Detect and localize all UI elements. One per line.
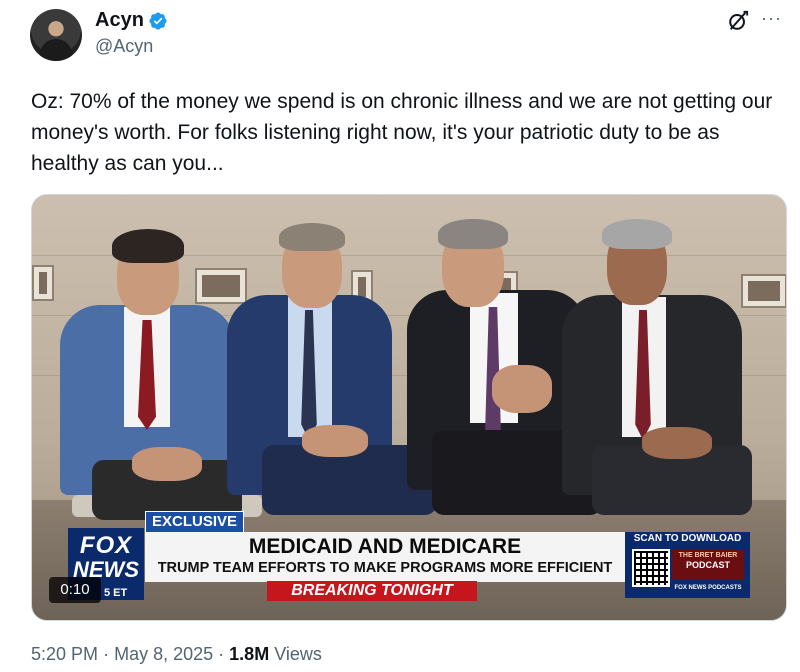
podcast-name: THE BRET BAIER [678,552,738,559]
fox-time-label: 5 ET [104,587,128,599]
video-player[interactable]: FOX NEWS 5 ET EXCLUSIVE MEDICAID AND MED… [31,194,787,621]
wall-frame [195,268,247,304]
tweet-date[interactable]: May 8, 2025 [114,644,213,664]
views-label: Views [274,644,322,664]
author-name[interactable]: Acyn [95,9,144,32]
podcast-label: PODCAST [685,560,730,570]
breaking-tonight-bar: BREAKING TONIGHT [267,581,477,601]
fox-logo-top: FOX [79,532,133,559]
more-icon[interactable]: ··· [761,8,782,29]
wall-frame [32,265,54,301]
wall-frame [741,274,786,308]
author-name-row: Acyn [95,9,168,32]
chyron-headline: MEDICAID AND MEDICARE [248,535,522,558]
scan-to-download-label: SCAN TO DOWNLOAD [633,533,742,544]
avatar[interactable] [30,9,82,61]
author-handle[interactable]: @Acyn [95,36,153,57]
video-duration-badge: 0:10 [49,577,101,603]
views-count: 1.8M [229,644,270,664]
meta-separator: · [218,644,225,664]
tweet-meta: 5:20 PM · May 8, 2025 · 1.8M Views [31,644,322,665]
qr-code-icon [632,549,670,587]
meta-separator: · [103,644,110,664]
tweet-time[interactable]: 5:20 PM [31,644,98,664]
exclusive-tag: EXCLUSIVE [145,511,245,533]
chyron-subheadline: TRUMP TEAM EFFORTS TO MAKE PROGRAMS MORE… [157,560,613,576]
grok-icon[interactable] [727,10,749,32]
chyron-banner: MEDICAID AND MEDICARE TRUMP TEAM EFFORTS… [145,532,625,582]
verified-badge-icon [149,11,167,30]
podcast-network: FOX NEWS PODCASTS [674,585,742,591]
tweet-text: Oz: 70% of the money we spend is on chro… [31,90,773,175]
